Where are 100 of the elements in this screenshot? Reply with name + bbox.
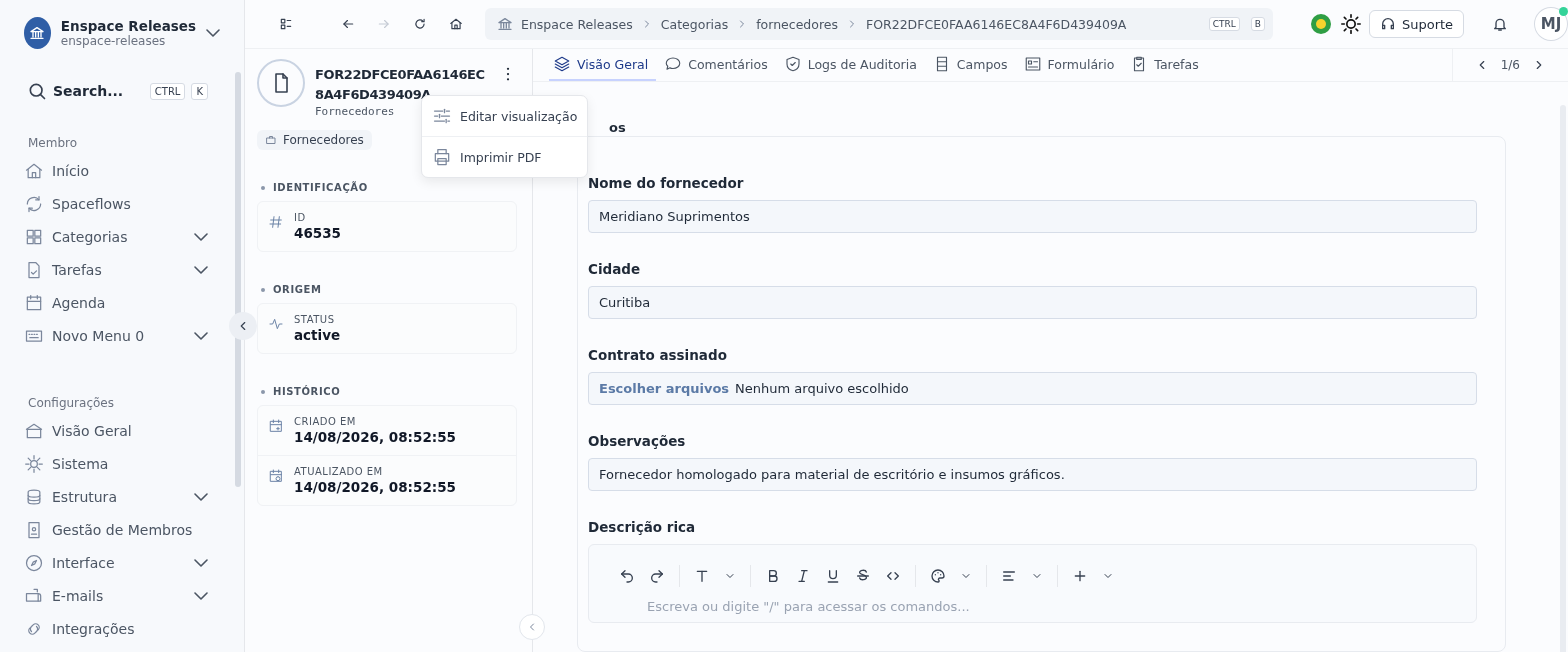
tab[interactable]: Tarefas xyxy=(1126,49,1207,81)
breadcrumb-link[interactable]: Enspace Releases xyxy=(521,16,633,32)
workspace-switcher[interactable]: Enspace Releases enspace-releases xyxy=(24,14,232,52)
align-icon[interactable] xyxy=(1001,568,1017,584)
sidebar-item[interactable]: Agenda xyxy=(24,286,232,319)
tab[interactable]: Visão Geral xyxy=(549,49,657,81)
menu-item[interactable]: Imprimir PDF xyxy=(422,136,588,177)
tab[interactable]: Formulário xyxy=(1019,49,1123,81)
italic-icon[interactable] xyxy=(795,568,811,584)
sync-icon xyxy=(24,193,44,214)
record-title: FOR22DFCE0FAA6146EC8A4F6D439409A xyxy=(315,66,486,104)
sidebar-item[interactable]: Início xyxy=(24,154,232,187)
sidebar-heading: Configurações xyxy=(28,396,115,410)
keyboard-key: K xyxy=(191,82,208,100)
pulse-icon xyxy=(268,316,284,332)
section-title: os xyxy=(609,120,626,135)
gear-icon xyxy=(24,453,44,474)
avatar[interactable]: MJ xyxy=(1534,7,1568,41)
back-icon[interactable] xyxy=(341,17,355,31)
record-subtitle: Fornecedores xyxy=(315,105,395,118)
input-field[interactable]: Fornecedor homologado para material de escritório e insumos gráficos. xyxy=(588,458,1477,491)
field-value: 14/08/2026, 08:52:55 xyxy=(294,479,456,495)
compass-icon xyxy=(24,552,44,573)
keyboard-key: B xyxy=(1250,17,1265,31)
field-value: active xyxy=(294,327,341,343)
bank-icon xyxy=(497,16,513,32)
form-icon xyxy=(1023,55,1042,73)
section-heading: HISTÓRICO xyxy=(273,386,341,397)
calendar-icon xyxy=(24,292,44,313)
record-avatar xyxy=(257,59,305,107)
sidebar-item[interactable]: E-mails xyxy=(24,579,232,612)
field-label: CRIADO EM xyxy=(294,416,357,427)
field-label: Descrição rica xyxy=(588,519,697,535)
tab[interactable]: Comentários xyxy=(660,49,776,81)
palette-icon[interactable] xyxy=(930,568,946,584)
sidebar-item[interactable]: Categorias xyxy=(24,220,232,253)
scrollbar-thumb[interactable] xyxy=(235,72,241,487)
undo-icon[interactable] xyxy=(619,568,635,584)
sidebar-item[interactable]: Novo Menu 0 xyxy=(24,319,232,352)
field-label: Observações xyxy=(588,433,687,449)
plus-icon[interactable] xyxy=(1072,568,1088,584)
sidebar-item[interactable]: Gestão de Membros xyxy=(24,513,232,546)
layers-icon xyxy=(553,55,571,73)
sidebar-item[interactable]: Spaceflows xyxy=(24,187,232,220)
sliders-icon xyxy=(432,106,452,126)
input-field[interactable]: Curitiba xyxy=(588,286,1477,319)
workspace-slug: enspace-releases xyxy=(60,34,167,48)
workspace-logo xyxy=(24,17,51,49)
sidebar-item[interactable]: Interface xyxy=(24,546,232,579)
shield-icon xyxy=(783,55,802,73)
briefcase-icon xyxy=(265,134,277,146)
field-label: Cidade xyxy=(588,261,642,277)
search-icon xyxy=(27,81,47,101)
keyboard-key: CTRL xyxy=(149,82,186,100)
field-value: 46535 xyxy=(294,225,341,241)
sidebar-item[interactable]: Estrutura xyxy=(24,480,232,513)
category-tag[interactable]: Fornecedores xyxy=(257,130,372,150)
tab[interactable]: Campos xyxy=(928,49,1016,81)
field-value: 14/08/2026, 08:52:55 xyxy=(294,429,456,445)
reload-icon[interactable] xyxy=(413,17,427,31)
search-field[interactable]: Search... CTRL K xyxy=(27,78,208,104)
section-heading: ORIGEM xyxy=(273,284,322,295)
field-label: ID xyxy=(294,212,307,223)
page-indicator: 1/6 xyxy=(1500,58,1520,72)
field-label: STATUS xyxy=(294,314,336,325)
hash-icon xyxy=(268,214,284,230)
workspace-name: Enspace Releases xyxy=(60,18,196,34)
flag-icon[interactable] xyxy=(1311,14,1331,34)
section-heading: IDENTIFICAÇÃO xyxy=(273,182,368,193)
sidebar-item[interactable]: Tarefas xyxy=(24,253,232,286)
search-placeholder: Search... xyxy=(53,83,125,99)
sidebar-item[interactable]: Sistema xyxy=(24,447,232,480)
sidebar-item[interactable]: Integrações xyxy=(24,612,232,645)
breadcrumb-link[interactable]: FOR22DFCE0FAA6146EC8A4F6D439409A xyxy=(866,16,1127,32)
sidebar-heading: Membro xyxy=(28,136,79,150)
bell-icon[interactable] xyxy=(1492,16,1509,32)
tab[interactable]: Logs de Auditoria xyxy=(779,49,925,81)
editor-placeholder: Escreva ou digite "/" para acessar os comandos... xyxy=(646,599,971,614)
printer-icon xyxy=(432,147,452,167)
chevron-down-icon xyxy=(206,29,220,37)
sun-icon[interactable] xyxy=(1340,14,1361,34)
headset-icon xyxy=(1379,16,1396,32)
file-input[interactable]: Escolher arquivos Nenhum arquivo escolhido xyxy=(588,372,1477,405)
underline-icon[interactable] xyxy=(825,568,841,584)
calendar-plus-icon xyxy=(268,418,284,434)
redo-icon[interactable] xyxy=(649,568,665,584)
support-button[interactable]: Suporte xyxy=(1368,10,1465,38)
chat-icon xyxy=(664,55,683,73)
text-style-icon[interactable] xyxy=(694,568,710,584)
field-label: Nome do fornecedor xyxy=(588,175,745,191)
keyboard-key: CTRL xyxy=(1208,17,1240,31)
breadcrumb-link[interactable]: fornecedores xyxy=(756,16,838,32)
breadcrumb-link[interactable]: Categorias xyxy=(660,16,729,32)
calendar-clock-icon xyxy=(268,468,284,484)
home-icon[interactable] xyxy=(449,17,463,31)
input-field[interactable]: Meridiano Suprimentos xyxy=(588,200,1477,233)
layout-icon[interactable] xyxy=(279,17,293,31)
sidebar-item[interactable]: Visão Geral xyxy=(24,414,232,447)
field-label: Contrato assinado xyxy=(588,347,728,363)
field-label: ATUALIZADO EM xyxy=(294,466,384,477)
